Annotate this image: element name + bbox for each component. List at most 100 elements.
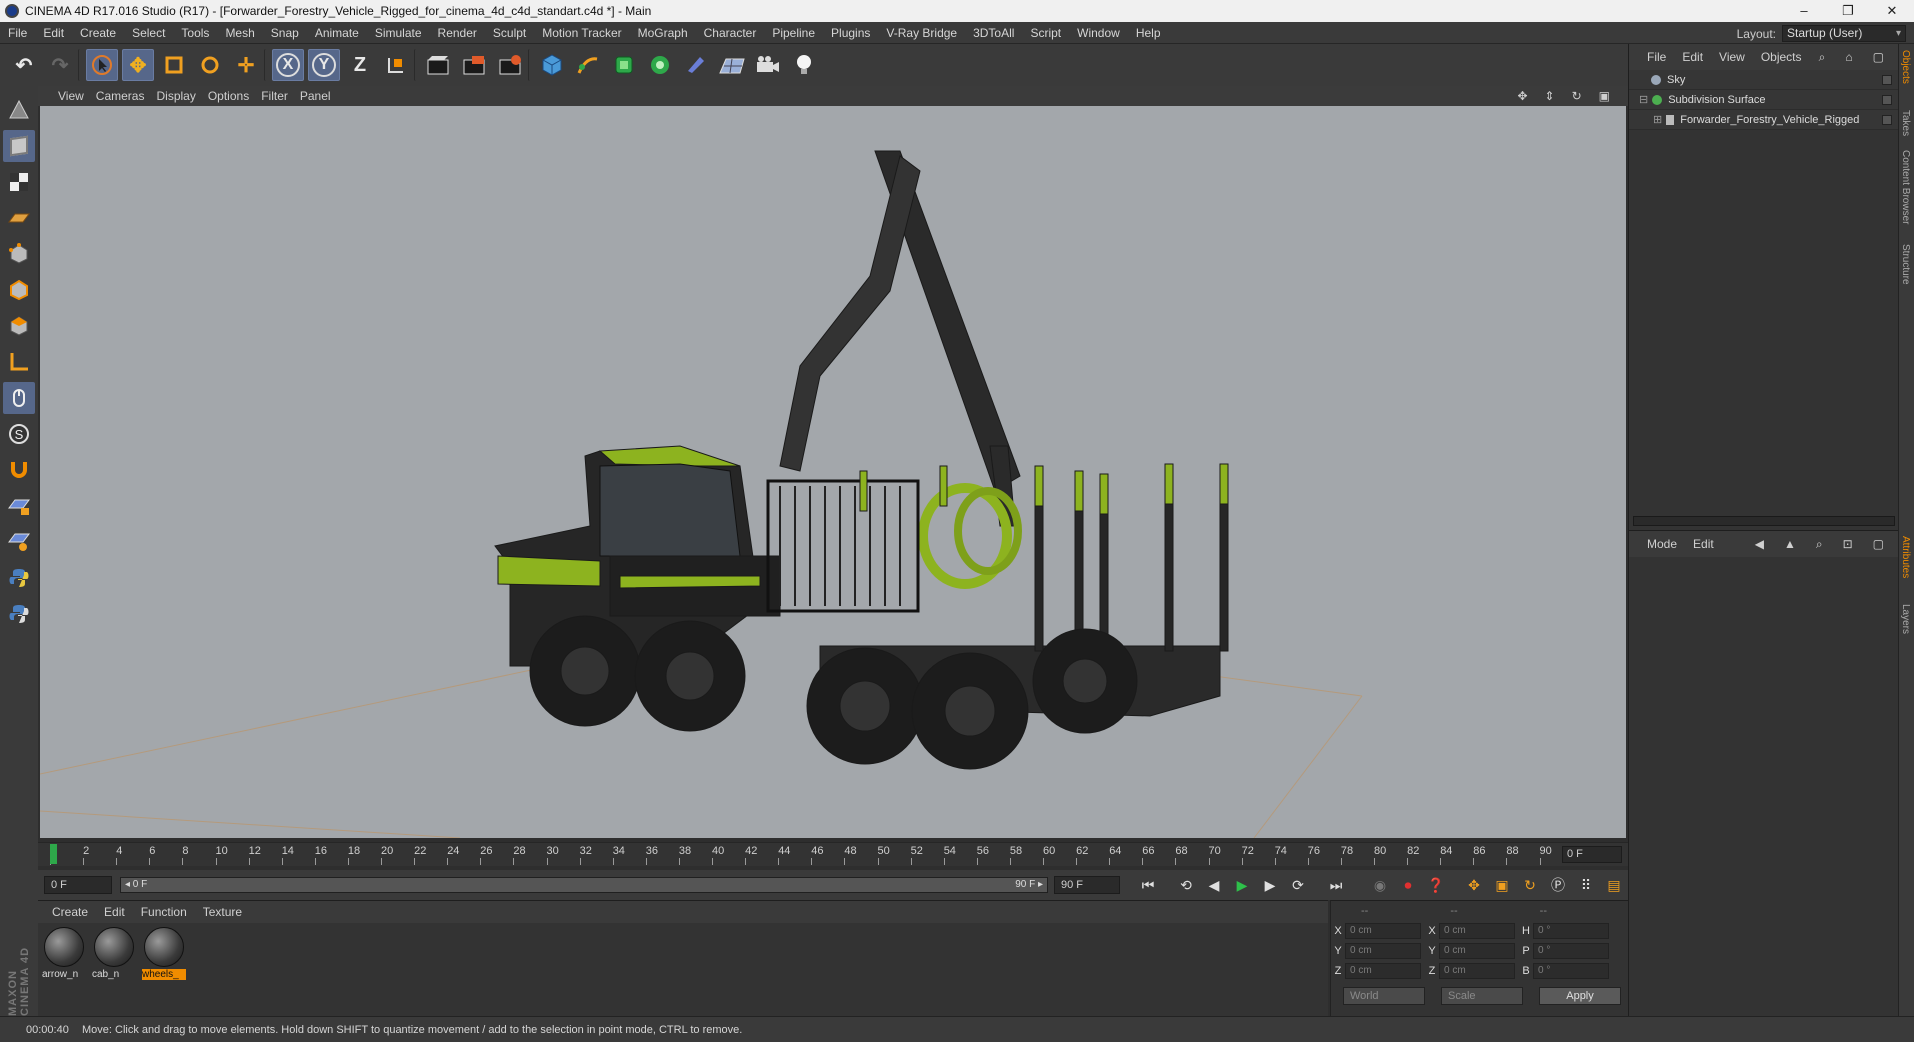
record-active-icon[interactable]: ◉ bbox=[1368, 873, 1392, 897]
dolly-view-icon[interactable]: ⇕ bbox=[1545, 89, 1567, 103]
menu-motion-tracker[interactable]: Motion Tracker bbox=[534, 26, 629, 40]
coordinate-space-dropdown[interactable]: World bbox=[1343, 987, 1425, 1005]
goto-start-icon[interactable]: ⏮ bbox=[1136, 873, 1160, 897]
cube-primitive-icon[interactable] bbox=[536, 49, 568, 81]
search-icon[interactable]: ⌕ bbox=[1808, 537, 1831, 552]
rotate-tool-icon[interactable] bbox=[194, 49, 226, 81]
preview-range-slider[interactable]: ◂ 0 F 90 F ▸ bbox=[120, 877, 1048, 893]
material-menu-edit[interactable]: Edit bbox=[96, 905, 133, 919]
undo-icon[interactable]: ↶ bbox=[8, 49, 40, 81]
size-z-field[interactable]: 0 cm bbox=[1439, 963, 1515, 979]
deformer-icon[interactable] bbox=[680, 49, 712, 81]
object-menu-file[interactable]: File bbox=[1639, 50, 1674, 64]
menu-window[interactable]: Window bbox=[1069, 26, 1128, 40]
apply-button[interactable]: Apply bbox=[1539, 987, 1621, 1005]
z-axis-lock-icon[interactable]: Z bbox=[344, 49, 376, 81]
lock-icon[interactable]: ⊡ bbox=[1835, 537, 1861, 552]
rotation-p-field[interactable]: 0 ° bbox=[1533, 943, 1609, 959]
end-frame-field[interactable]: 90 F bbox=[1054, 876, 1120, 894]
menu-animate[interactable]: Animate bbox=[307, 26, 367, 40]
new-panel-icon[interactable]: ▢ bbox=[1865, 50, 1892, 65]
pen-spline-icon[interactable] bbox=[572, 49, 604, 81]
keyframe-selection-icon[interactable]: ❓ bbox=[1424, 873, 1448, 897]
tab-objects[interactable]: Objects bbox=[1900, 50, 1911, 84]
material-item[interactable]: arrow_n bbox=[42, 927, 86, 980]
visibility-flag-icon[interactable] bbox=[1882, 114, 1892, 125]
size-y-field[interactable]: 0 cm bbox=[1439, 943, 1515, 959]
python-plugin-icon[interactable] bbox=[3, 598, 35, 630]
close-button[interactable]: ✕ bbox=[1870, 3, 1914, 19]
key-rotation-icon[interactable]: ↻ bbox=[1518, 873, 1542, 897]
minimize-button[interactable]: – bbox=[1782, 3, 1826, 19]
goto-end-icon[interactable]: ⏭ bbox=[1324, 873, 1348, 897]
search-icon[interactable]: ⌕ bbox=[1811, 50, 1834, 65]
new-panel-icon[interactable]: ▢ bbox=[1865, 537, 1892, 552]
move-tool-icon[interactable]: ✥ bbox=[122, 49, 154, 81]
menu-plugins[interactable]: Plugins bbox=[823, 26, 878, 40]
menu-help[interactable]: Help bbox=[1128, 26, 1169, 40]
3d-viewport[interactable] bbox=[40, 106, 1626, 838]
object-menu-view[interactable]: View bbox=[1711, 50, 1753, 64]
restore-button[interactable]: ❐ bbox=[1826, 3, 1870, 19]
subdivision-surface-icon[interactable] bbox=[608, 49, 640, 81]
x-axis-lock-icon[interactable]: X bbox=[272, 49, 304, 81]
cloner-icon[interactable] bbox=[644, 49, 676, 81]
bookmark-icon[interactable]: ⌂ bbox=[1837, 50, 1860, 65]
texture-mode-icon[interactable] bbox=[3, 166, 35, 198]
menu-mesh[interactable]: Mesh bbox=[217, 26, 262, 40]
visibility-flag-icon[interactable] bbox=[1882, 74, 1892, 85]
make-editable-icon[interactable] bbox=[3, 94, 35, 126]
render-settings-icon[interactable] bbox=[494, 49, 526, 81]
python-script-icon[interactable] bbox=[3, 562, 35, 594]
viewport-menu-panel[interactable]: Panel bbox=[300, 89, 343, 103]
magnet-icon[interactable] bbox=[3, 454, 35, 486]
position-z-field[interactable]: 0 cm bbox=[1345, 963, 1421, 979]
menu-mograph[interactable]: MoGraph bbox=[630, 26, 696, 40]
workplane-snap-icon[interactable] bbox=[3, 526, 35, 558]
menu-vray-bridge[interactable]: V-Ray Bridge bbox=[878, 26, 965, 40]
rotation-h-field[interactable]: 0 ° bbox=[1533, 923, 1609, 939]
object-row-subdivision-surface[interactable]: ⊟ Subdivision Surface bbox=[1629, 90, 1898, 110]
floor-icon[interactable] bbox=[716, 49, 748, 81]
pan-view-icon[interactable]: ✥ bbox=[1517, 89, 1539, 103]
start-frame-field[interactable]: 0 F bbox=[44, 876, 112, 894]
expand-toggle-icon[interactable]: ⊟ bbox=[1639, 93, 1648, 106]
menu-sculpt[interactable]: Sculpt bbox=[485, 26, 534, 40]
goto-next-key-icon[interactable]: ⟳ bbox=[1286, 873, 1310, 897]
step-forward-icon[interactable]: ▶ bbox=[1258, 873, 1282, 897]
menu-create[interactable]: Create bbox=[72, 26, 124, 40]
timeline-window-icon[interactable]: ▤ bbox=[1602, 873, 1626, 897]
object-menu-objects[interactable]: Objects bbox=[1753, 50, 1810, 64]
expand-toggle-icon[interactable]: ⊞ bbox=[1653, 113, 1662, 126]
play-icon[interactable]: ▶ bbox=[1230, 873, 1254, 897]
autokey-icon[interactable]: ⏺ bbox=[1396, 873, 1420, 897]
points-mode-icon[interactable] bbox=[3, 238, 35, 270]
menu-character[interactable]: Character bbox=[696, 26, 765, 40]
tab-takes[interactable]: Takes bbox=[1900, 110, 1911, 136]
select-arrow-icon[interactable] bbox=[86, 49, 118, 81]
lock-workplane-icon[interactable] bbox=[3, 490, 35, 522]
back-arrow-icon[interactable]: ◀ bbox=[1747, 537, 1772, 552]
timeline-playhead[interactable] bbox=[50, 844, 57, 864]
menu-edit[interactable]: Edit bbox=[35, 26, 72, 40]
key-parameter-icon[interactable]: Ⓟ bbox=[1546, 873, 1570, 897]
key-scale-icon[interactable]: ▣ bbox=[1490, 873, 1514, 897]
layout-dropdown[interactable]: Startup (User) bbox=[1782, 25, 1906, 42]
position-x-field[interactable]: 0 cm bbox=[1345, 923, 1421, 939]
visibility-flag-icon[interactable] bbox=[1882, 94, 1892, 105]
tweak-mode-icon[interactable] bbox=[3, 382, 35, 414]
menu-select[interactable]: Select bbox=[124, 26, 173, 40]
axis-mode-icon[interactable] bbox=[3, 346, 35, 378]
key-position-icon[interactable]: ✥ bbox=[1462, 873, 1486, 897]
attribute-menu-mode[interactable]: Mode bbox=[1639, 537, 1685, 551]
viewport-menu-display[interactable]: Display bbox=[156, 89, 207, 103]
current-frame-field[interactable]: 0 F bbox=[1562, 846, 1622, 863]
object-horizontal-scrollbar[interactable] bbox=[1633, 516, 1895, 526]
transform-tool-icon[interactable]: ✛ bbox=[230, 49, 262, 81]
viewport-menu-filter[interactable]: Filter bbox=[261, 89, 300, 103]
object-row-sky[interactable]: Sky bbox=[1629, 70, 1898, 90]
scale-tool-icon[interactable] bbox=[158, 49, 190, 81]
scale-mode-dropdown[interactable]: Scale bbox=[1441, 987, 1523, 1005]
edges-mode-icon[interactable] bbox=[3, 274, 35, 306]
menu-simulate[interactable]: Simulate bbox=[367, 26, 430, 40]
